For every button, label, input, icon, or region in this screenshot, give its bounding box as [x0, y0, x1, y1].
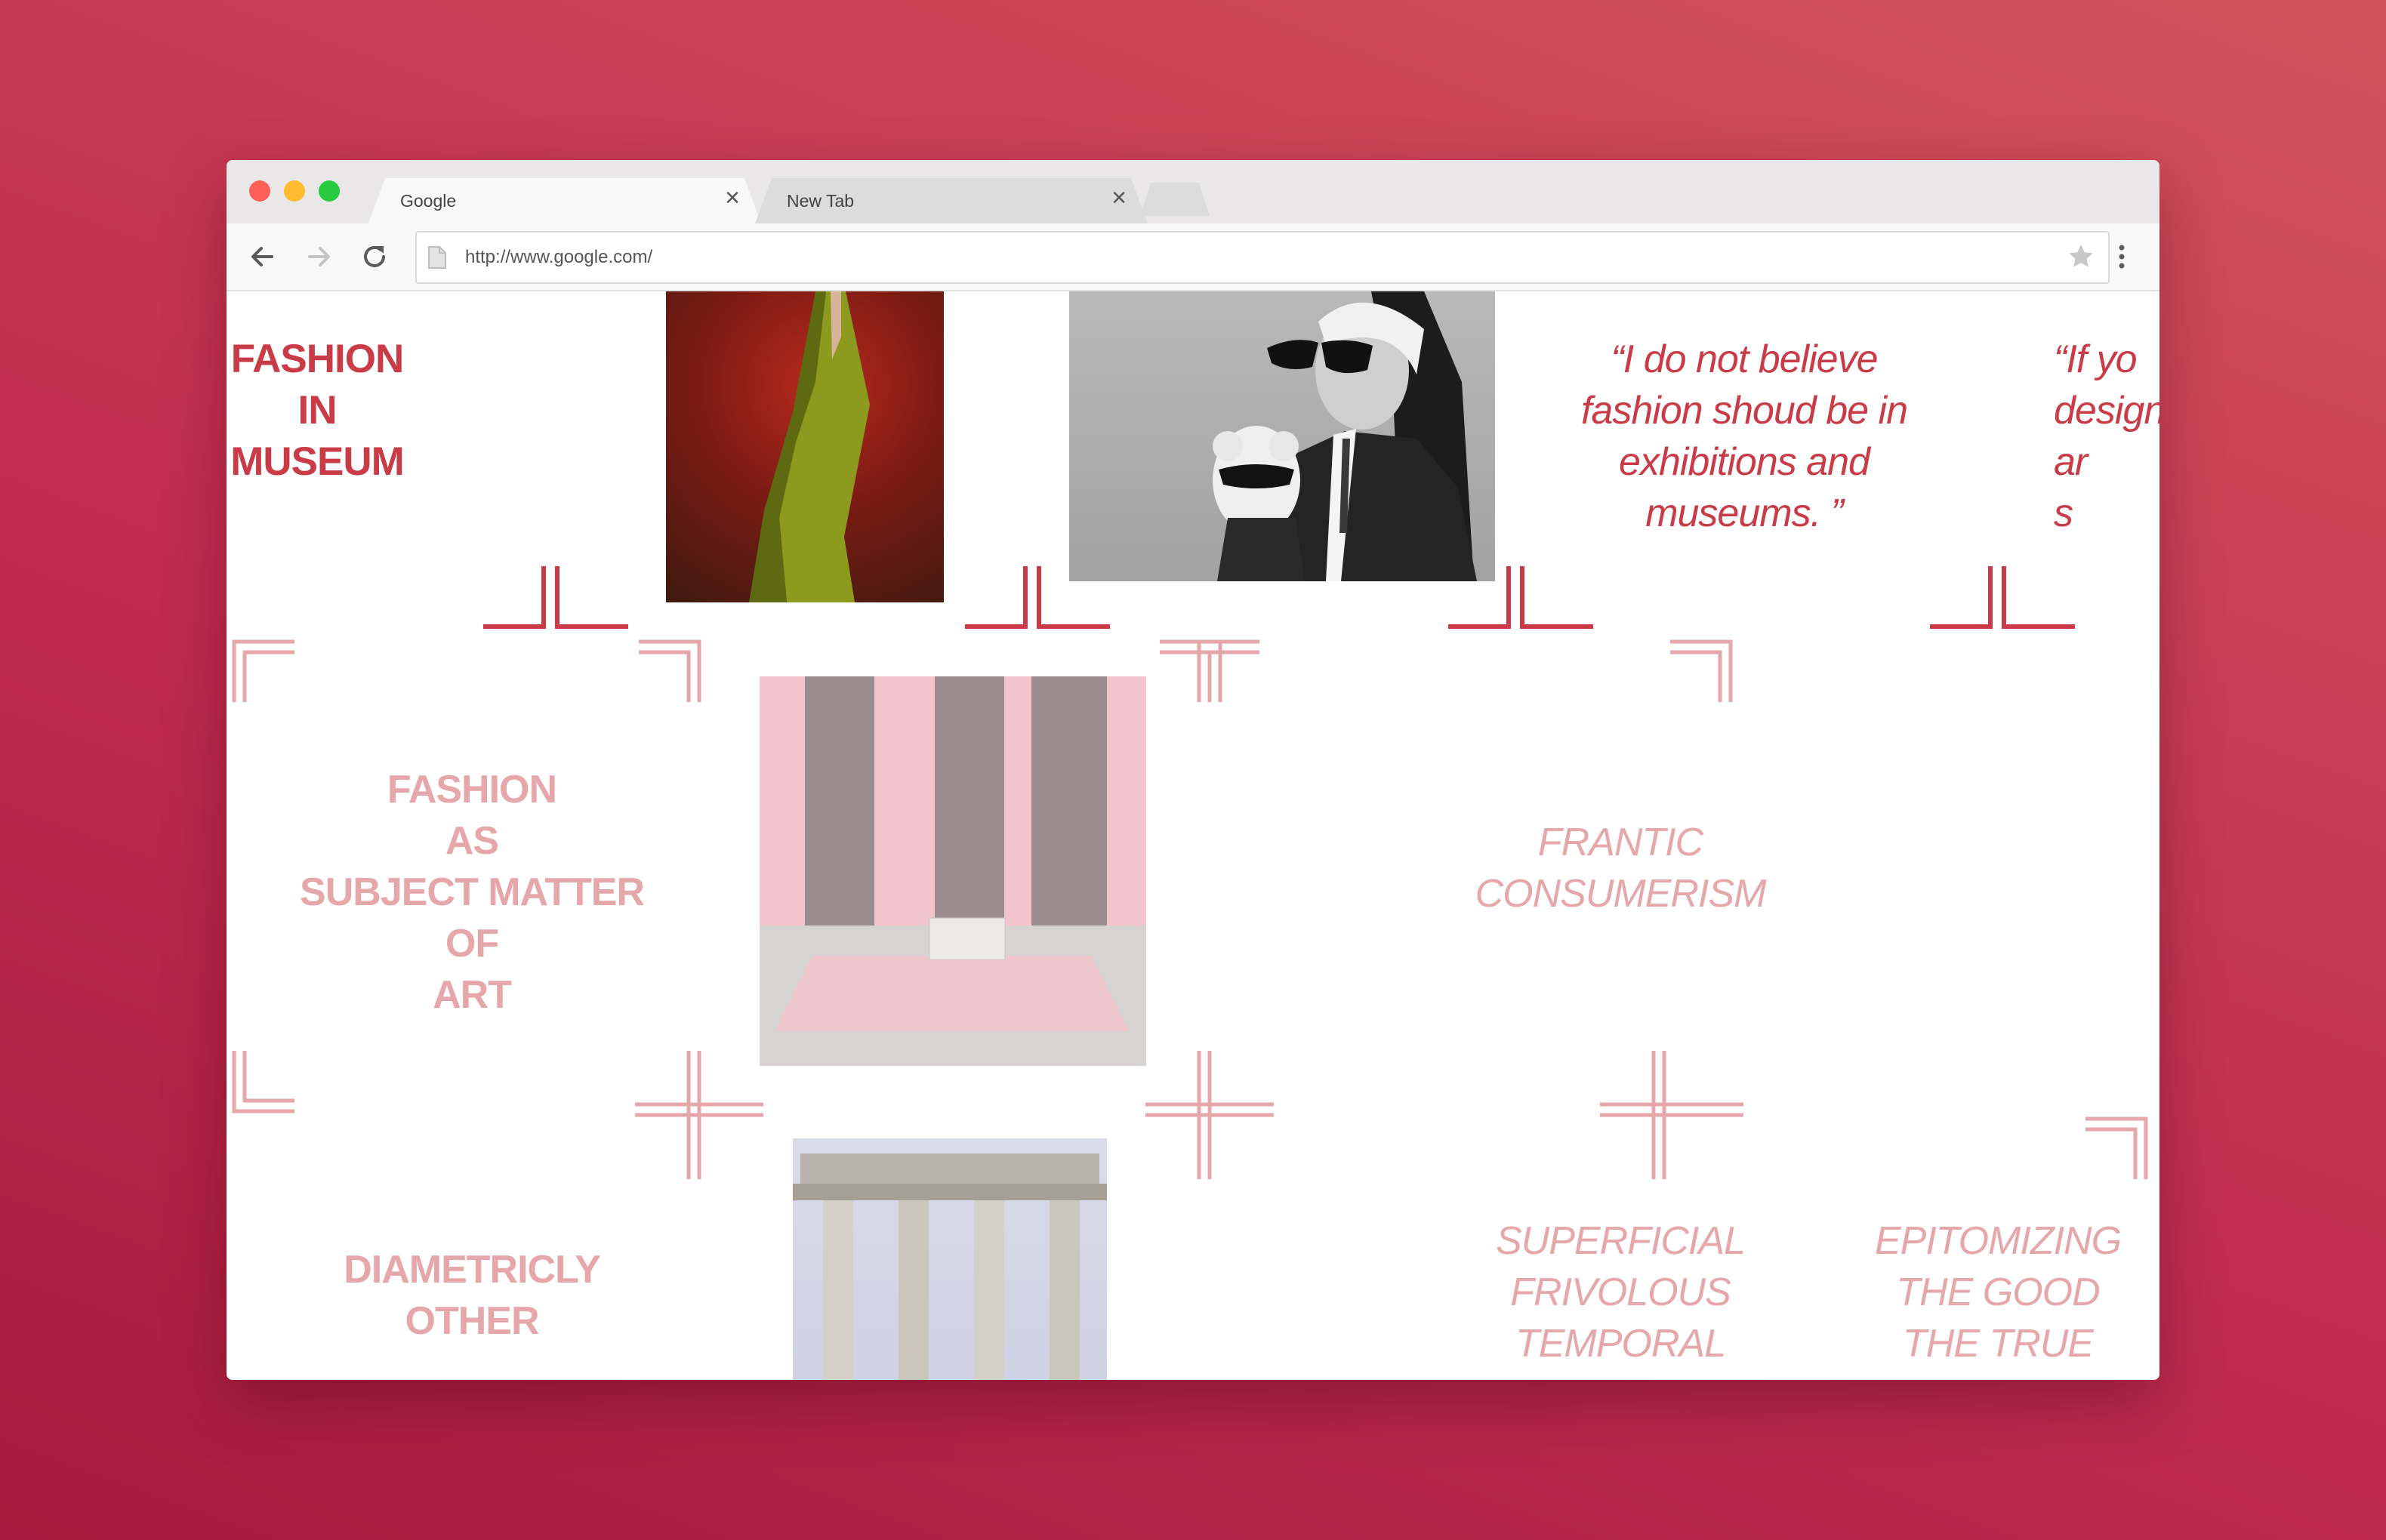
- url-text: http://www.google.com/: [465, 247, 653, 267]
- bracket-mark: [1448, 566, 1593, 629]
- browser-window: Google × New Tab × http://www.google.com…: [227, 160, 2159, 1380]
- corner-mark: [2085, 1116, 2148, 1179]
- address-bar[interactable]: http://www.google.com/: [415, 231, 2110, 284]
- tab-google[interactable]: Google ×: [368, 178, 761, 223]
- title-bar: Google × New Tab ×: [227, 160, 2159, 223]
- corner-mark: [232, 1051, 294, 1113]
- tab-new-tab[interactable]: New Tab ×: [755, 178, 1148, 223]
- page-content: FASHION IN MUSEUM “I do not believe fash…: [227, 291, 2159, 1380]
- tab-title: Google: [400, 191, 457, 211]
- tab-title: New Tab: [787, 191, 855, 211]
- close-window-button[interactable]: [249, 180, 270, 202]
- bracket-mark: [965, 566, 1110, 629]
- corner-mark: [232, 639, 294, 702]
- cross-mark: [1600, 1051, 1743, 1179]
- minimize-window-button[interactable]: [284, 180, 305, 202]
- corner-mark: [639, 639, 701, 702]
- decorative-marks: [232, 566, 2148, 1179]
- cross-mark: [635, 1051, 763, 1179]
- reload-icon[interactable]: [356, 239, 393, 275]
- corner-mark: [1670, 639, 1733, 702]
- tab-close-icon[interactable]: ×: [1111, 185, 1127, 211]
- page-icon: [428, 246, 446, 269]
- maximize-window-button[interactable]: [319, 180, 340, 202]
- corner-mark: [1197, 639, 1259, 702]
- back-arrow-icon[interactable]: [245, 239, 281, 275]
- more-menu-icon[interactable]: [2104, 239, 2140, 275]
- bracket-mark: [483, 566, 628, 629]
- browser-toolbar: http://www.google.com/: [227, 223, 2159, 291]
- forward-arrow-icon[interactable]: [301, 239, 337, 275]
- bracket-mark: [1930, 566, 2075, 629]
- tab-close-icon[interactable]: ×: [725, 185, 740, 211]
- bookmark-star-icon[interactable]: [2066, 242, 2096, 272]
- new-tab-button[interactable]: [1140, 183, 1210, 216]
- cross-mark: [1145, 1051, 1274, 1179]
